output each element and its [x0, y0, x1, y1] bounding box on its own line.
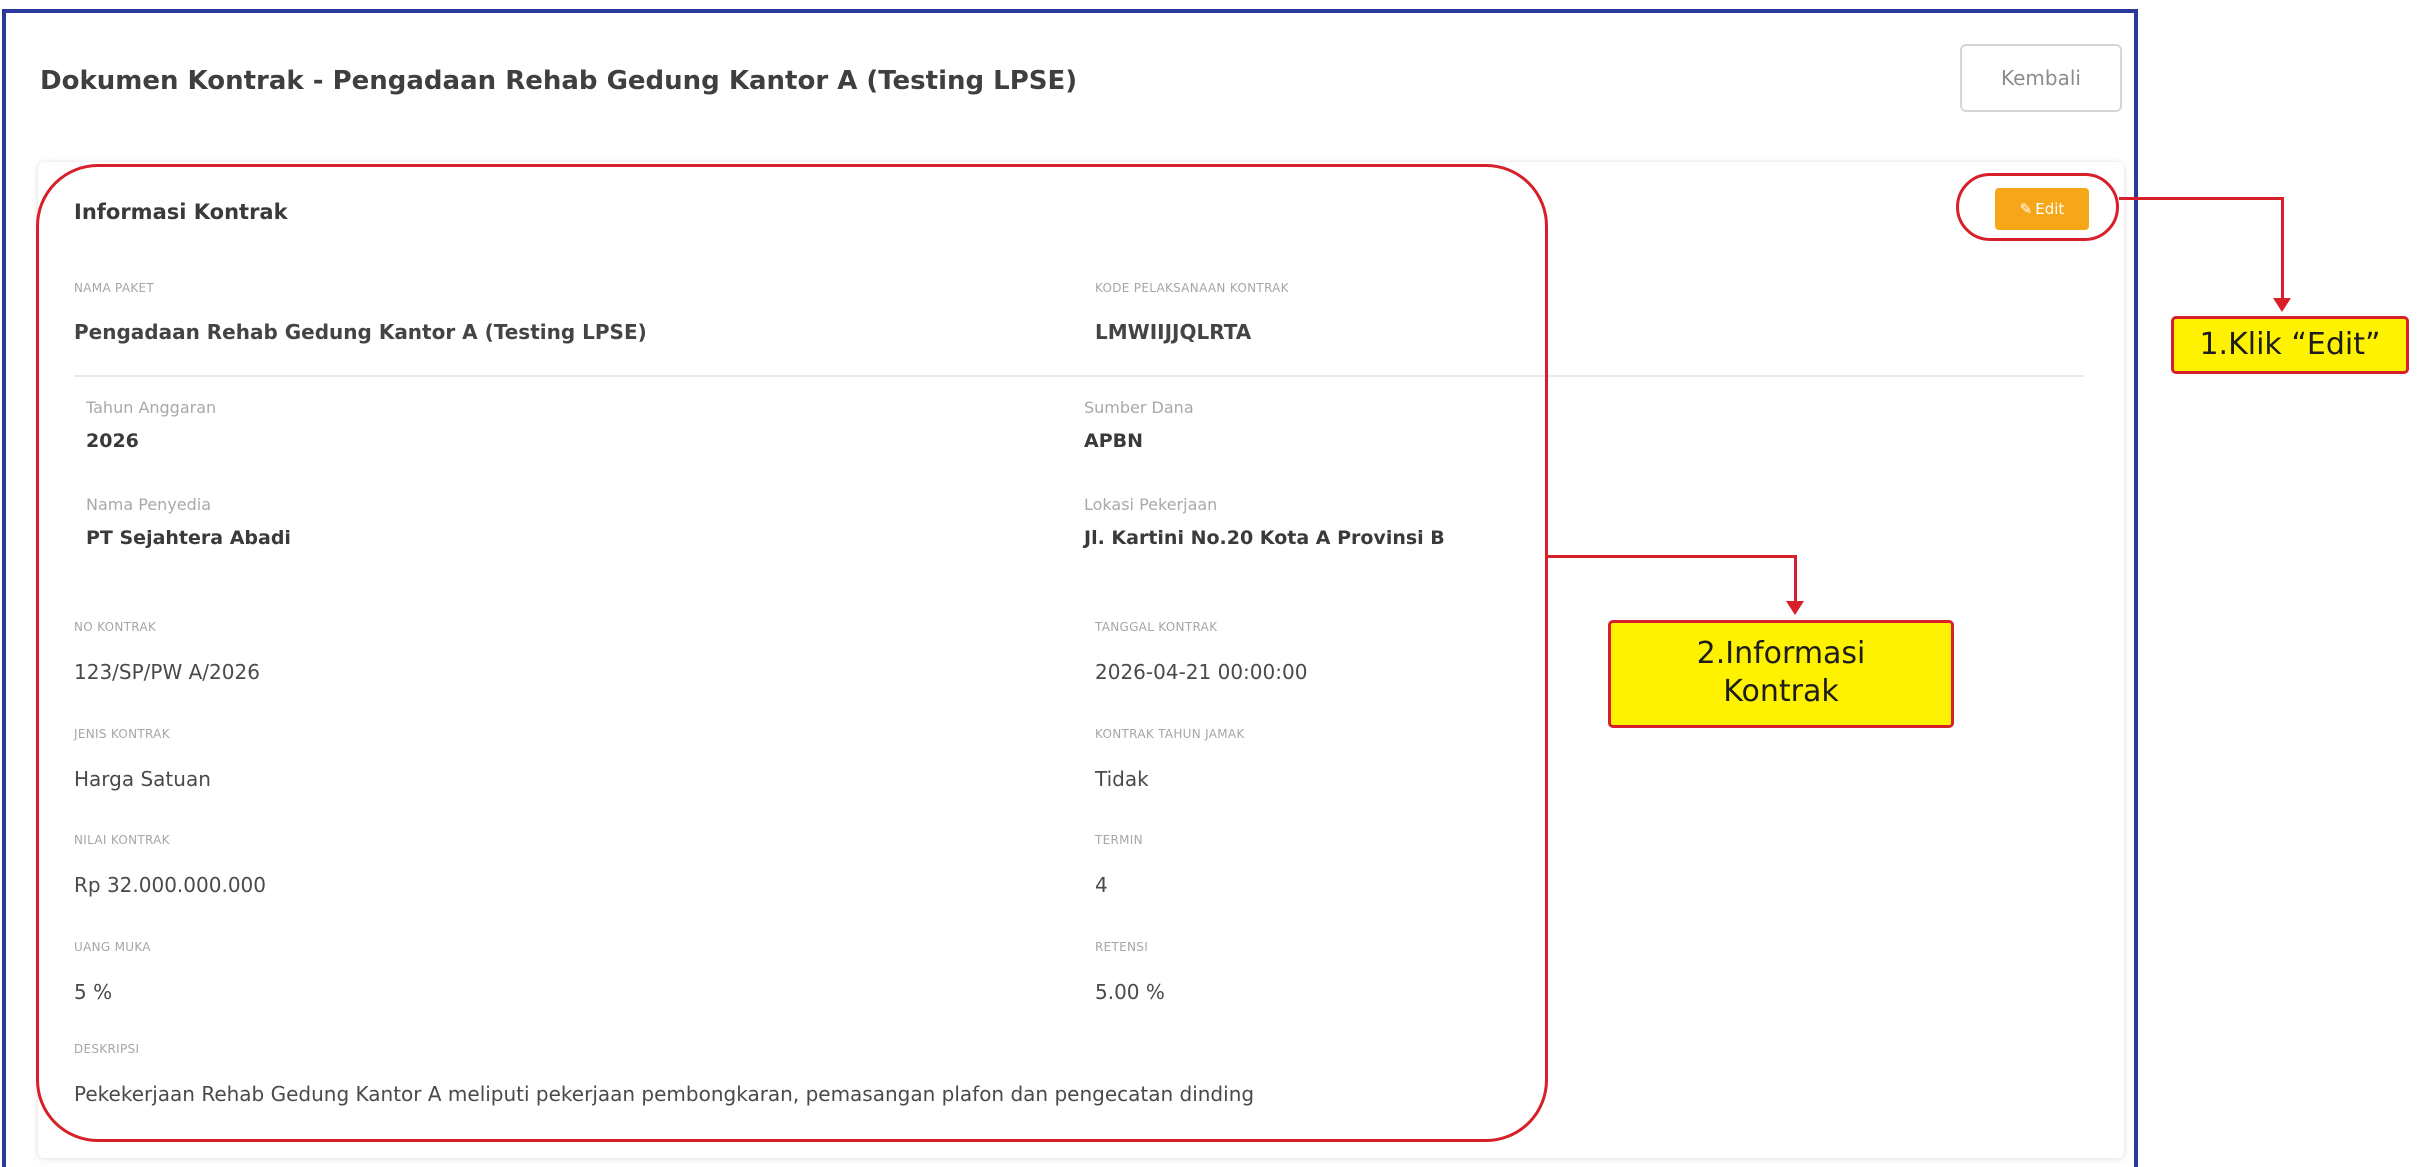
value-lokasi-pekerjaan: Jl. Kartini No.20 Kota A Provinsi B	[1084, 527, 1445, 549]
connector-info-v	[1794, 555, 1797, 603]
label-nama-paket: NAMA PAKET	[74, 281, 155, 295]
value-sumber-dana: APBN	[1084, 430, 1144, 452]
note-informasi-kontrak: 2.Informasi Kontrak	[1608, 620, 1954, 728]
value-retensi: 5.00 %	[1095, 980, 1165, 1004]
value-deskripsi: Pekekerjaan Rehab Gedung Kantor A melipu…	[74, 1082, 1255, 1106]
value-termin: 4	[1095, 873, 1108, 897]
edit-button[interactable]: ✎ Edit	[1995, 188, 2089, 230]
value-nama-paket: Pengadaan Rehab Gedung Kantor A (Testing…	[74, 320, 647, 344]
label-termin: TERMIN	[1095, 833, 1143, 847]
value-uang-muka: 5 %	[74, 980, 113, 1004]
value-tanggal-kontrak: 2026-04-21 00:00:00	[1095, 660, 1308, 684]
note-informasi-line1: 2.Informasi	[1696, 636, 1866, 671]
label-sumber-dana: Sumber Dana	[1084, 398, 1194, 417]
value-jenis-kontrak: Harga Satuan	[74, 767, 211, 791]
label-deskripsi: DESKRIPSI	[74, 1042, 140, 1056]
back-button[interactable]: Kembali	[1960, 44, 2122, 112]
label-retensi: RETENSI	[1095, 940, 1149, 954]
pencil-icon: ✎	[2019, 200, 2033, 218]
value-no-kontrak: 123/SP/PW A/2026	[74, 660, 260, 684]
arrow-down-icon	[1786, 601, 1804, 615]
divider	[74, 375, 2084, 377]
value-kode-pelaksanaan: LMWIIJJQLRTA	[1095, 320, 1252, 344]
connector-edit-h	[2119, 197, 2283, 200]
label-tahun-anggaran: Tahun Anggaran	[86, 398, 217, 417]
label-kode-pelaksanaan: KODE PELAKSANAAN KONTRAK	[1095, 281, 1289, 295]
edit-label: Edit	[2035, 200, 2065, 218]
connector-edit-v	[2281, 197, 2284, 300]
connector-info-h	[1548, 555, 1796, 558]
label-jenis-kontrak: JENIS KONTRAK	[74, 727, 170, 741]
card-title: Informasi Kontrak	[74, 200, 288, 224]
label-kontrak-tahun-jamak: KONTRAK TAHUN JAMAK	[1095, 727, 1245, 741]
label-nama-penyedia: Nama Penyedia	[86, 495, 212, 514]
page-title: Dokumen Kontrak - Pengadaan Rehab Gedung…	[40, 66, 1078, 96]
arrow-down-icon	[2273, 298, 2291, 312]
note-klik-edit-text: 1.Klik “Edit”	[2199, 327, 2381, 362]
note-klik-edit: 1.Klik “Edit”	[2171, 316, 2409, 374]
label-nilai-kontrak: NILAI KONTRAK	[74, 833, 170, 847]
label-no-kontrak: NO KONTRAK	[74, 620, 157, 634]
value-kontrak-tahun-jamak: Tidak	[1095, 767, 1149, 791]
label-lokasi-pekerjaan: Lokasi Pekerjaan	[1084, 495, 1218, 514]
note-informasi-line2: Kontrak	[1723, 674, 1839, 709]
label-tanggal-kontrak: TANGGAL KONTRAK	[1095, 620, 1218, 634]
label-uang-muka: UANG MUKA	[74, 940, 151, 954]
value-nilai-kontrak: Rp 32.000.000.000	[74, 873, 266, 897]
value-nama-penyedia: PT Sejahtera Abadi	[86, 527, 291, 549]
value-tahun-anggaran: 2026	[86, 430, 139, 452]
